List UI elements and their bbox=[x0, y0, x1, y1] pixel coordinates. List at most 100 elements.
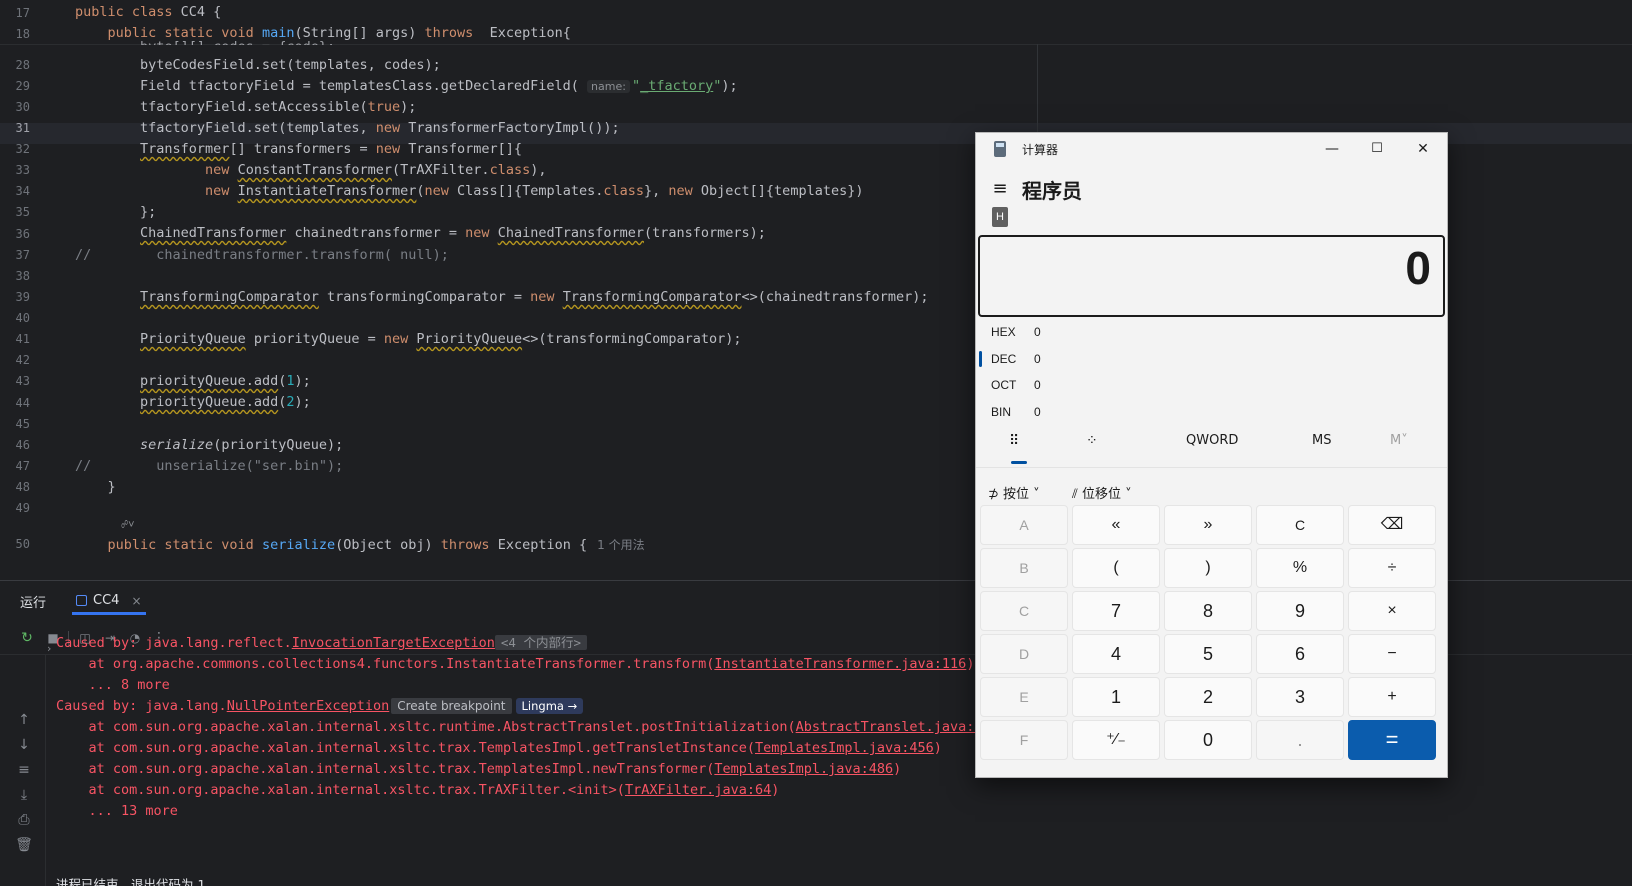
stacktrace-link[interactable]: TrAXFilter.java:64 bbox=[625, 782, 771, 798]
code-line[interactable]: } bbox=[75, 477, 116, 497]
key-b[interactable]: B bbox=[980, 548, 1068, 588]
expand-arrow-icon[interactable]: › bbox=[47, 642, 51, 655]
stacktrace-link[interactable]: InvocationTargetException bbox=[292, 635, 495, 651]
trash-icon[interactable]: 🗑 bbox=[15, 836, 33, 854]
bitshift-dropdown[interactable]: ⫽ 位移位 ˅ bbox=[1072, 483, 1132, 502]
radix-oct[interactable]: OCT 0 bbox=[976, 374, 1176, 398]
fold-icon[interactable]: ☍˅ bbox=[75, 515, 134, 535]
code-line[interactable]: }; bbox=[75, 202, 156, 222]
key-7[interactable]: 7 bbox=[1072, 591, 1160, 631]
line-number: 44 bbox=[15, 396, 30, 410]
key-c-hex[interactable]: C bbox=[980, 591, 1068, 631]
stacktrace-link[interactable]: NullPointerException bbox=[227, 698, 390, 714]
console-text: at org.apache.commons.collections4.funct… bbox=[56, 656, 715, 672]
console-text: at com.sun.org.apache.xalan.internal.xsl… bbox=[56, 782, 625, 798]
code-line[interactable]: // unserialize("ser.bin"); bbox=[75, 456, 343, 476]
key-decimal[interactable]: . bbox=[1256, 720, 1344, 760]
radix-dec[interactable]: DEC 0 bbox=[976, 348, 1176, 372]
tab-cc4[interactable]: CC4 × bbox=[72, 589, 146, 615]
arrow-down-icon[interactable]: ↓ bbox=[15, 736, 33, 754]
code-line[interactable]: PriorityQueue priorityQueue = new Priori… bbox=[75, 329, 742, 349]
scroll-to-end-icon[interactable]: ⤓ bbox=[15, 786, 33, 804]
key-d[interactable]: D bbox=[980, 634, 1068, 674]
hamburger-menu-icon[interactable]: ≡ bbox=[988, 177, 1012, 201]
stacktrace-link[interactable]: AbstractTranslet.java:372 bbox=[796, 719, 999, 735]
key-clear[interactable]: C bbox=[1256, 505, 1344, 545]
close-icon[interactable]: × bbox=[131, 594, 141, 608]
line-number: 35 bbox=[15, 205, 30, 219]
console-line: ... 13 more bbox=[56, 803, 178, 819]
calculator-titlebar[interactable]: 计算器 — ☐ ✕ bbox=[976, 133, 1447, 165]
word-size-button[interactable]: QWORD bbox=[1186, 433, 1238, 448]
line-number: 49 bbox=[15, 501, 30, 515]
code-line[interactable]: tfactoryField.setAccessible(true); bbox=[75, 97, 416, 117]
close-icon[interactable]: ✕ bbox=[1400, 137, 1446, 161]
memory-store-button[interactable]: MS bbox=[1312, 433, 1331, 448]
code-line[interactable]: priorityQueue.add(1); bbox=[75, 371, 311, 391]
radix-hex[interactable]: HEX 0 bbox=[976, 321, 1176, 345]
code-line[interactable]: Field tfactoryField = templatesClass.get… bbox=[75, 76, 738, 97]
code-line[interactable]: new InstantiateTransformer(new Class[]{T… bbox=[75, 181, 863, 201]
code-line[interactable]: Transformer[] transformers = new Transfo… bbox=[75, 139, 522, 159]
console-output[interactable]: Caused by: java.lang.reflect.InvocationT… bbox=[56, 633, 1056, 861]
code-line[interactable]: serialize(priorityQueue); bbox=[75, 435, 343, 455]
code-line[interactable]: public static void serialize(Object obj)… bbox=[75, 535, 645, 555]
code-line[interactable]: TransformingComparator transformingCompa… bbox=[75, 287, 928, 307]
key-left-shift[interactable]: « bbox=[1072, 505, 1160, 545]
key-negate[interactable]: ⁺∕₋ bbox=[1072, 720, 1160, 760]
minimize-icon[interactable]: — bbox=[1309, 137, 1355, 161]
key-e[interactable]: E bbox=[980, 677, 1068, 717]
key-1[interactable]: 1 bbox=[1072, 677, 1160, 717]
key-plus[interactable]: + bbox=[1348, 677, 1436, 717]
rerun-icon[interactable]: ↻ bbox=[18, 629, 36, 647]
key-0[interactable]: 0 bbox=[1164, 720, 1252, 760]
code-line[interactable]: priorityQueue.add(2); bbox=[75, 392, 311, 412]
internal-lines-chip[interactable]: <4 个内部行> bbox=[494, 635, 588, 650]
create-breakpoint-button[interactable]: Create breakpoint bbox=[391, 698, 512, 714]
key-divide[interactable]: ÷ bbox=[1348, 548, 1436, 588]
key-5[interactable]: 5 bbox=[1164, 634, 1252, 674]
key-close-paren[interactable]: ) bbox=[1164, 548, 1252, 588]
arrow-up-icon[interactable]: ↑ bbox=[15, 711, 33, 729]
key-3[interactable]: 3 bbox=[1256, 677, 1344, 717]
bitshift-icon: ⫽ bbox=[1072, 487, 1082, 502]
key-percent[interactable]: % bbox=[1256, 548, 1344, 588]
key-minus[interactable]: − bbox=[1348, 634, 1436, 674]
stacktrace-link[interactable]: TemplatesImpl.java:486 bbox=[714, 761, 893, 777]
key-2[interactable]: 2 bbox=[1164, 677, 1252, 717]
lingma-button[interactable]: Lingma → bbox=[515, 698, 584, 714]
key-equals[interactable]: = bbox=[1348, 720, 1436, 760]
print-icon[interactable]: ⎙ bbox=[15, 811, 33, 829]
code-line[interactable]: // chainedtransformer.transform( null); bbox=[75, 245, 449, 265]
history-badge[interactable]: H bbox=[992, 207, 1008, 227]
line-number: 45 bbox=[15, 417, 30, 431]
code-line[interactable]: byteCodesField.set(templates, codes); bbox=[75, 55, 441, 75]
maximize-icon[interactable]: ☐ bbox=[1354, 137, 1400, 161]
calculator-window[interactable]: 计算器 — ☐ ✕ ≡ 程序员 H 0 HEX 0 DEC 0 OCT 0 BI… bbox=[975, 132, 1448, 778]
key-right-shift[interactable]: » bbox=[1164, 505, 1252, 545]
backspace-icon[interactable]: ⌫ bbox=[1348, 505, 1436, 545]
key-9[interactable]: 9 bbox=[1256, 591, 1344, 631]
key-f[interactable]: F bbox=[980, 720, 1068, 760]
key-open-paren[interactable]: ( bbox=[1072, 548, 1160, 588]
key-6[interactable]: 6 bbox=[1256, 634, 1344, 674]
soft-wrap-icon[interactable]: ≡ bbox=[15, 761, 33, 779]
code-line[interactable]: ChainedTransformer chainedtransformer = … bbox=[75, 223, 766, 243]
key-8[interactable]: 8 bbox=[1164, 591, 1252, 631]
stacktrace-link[interactable]: InstantiateTransformer.java:116 bbox=[714, 656, 966, 672]
tab-label: CC4 bbox=[93, 593, 120, 608]
key-a[interactable]: A bbox=[980, 505, 1068, 545]
code-line[interactable]: tfactoryField.set(templates, new Transfo… bbox=[75, 118, 620, 138]
stacktrace-link[interactable]: TemplatesImpl.java:456 bbox=[755, 740, 934, 756]
key-multiply[interactable]: × bbox=[1348, 591, 1436, 631]
radix-bin[interactable]: BIN 0 bbox=[976, 401, 1176, 425]
code-line[interactable]: new ConstantTransformer(TrAXFilter.class… bbox=[75, 160, 546, 180]
line-number: 18 bbox=[15, 27, 30, 41]
bit-toggle-keypad-icon[interactable]: ⁘ bbox=[1086, 433, 1098, 449]
usage-hint[interactable]: 1 个用法 bbox=[597, 538, 644, 552]
key-4[interactable]: 4 bbox=[1072, 634, 1160, 674]
code-line[interactable]: public class CC4 { bbox=[75, 2, 221, 22]
bitwise-dropdown[interactable]: ⊅ 按位 ˅ bbox=[988, 483, 1040, 502]
memory-dropdown-button[interactable]: M˅ bbox=[1390, 433, 1408, 448]
full-keypad-icon[interactable]: ⠿ bbox=[1009, 433, 1019, 449]
